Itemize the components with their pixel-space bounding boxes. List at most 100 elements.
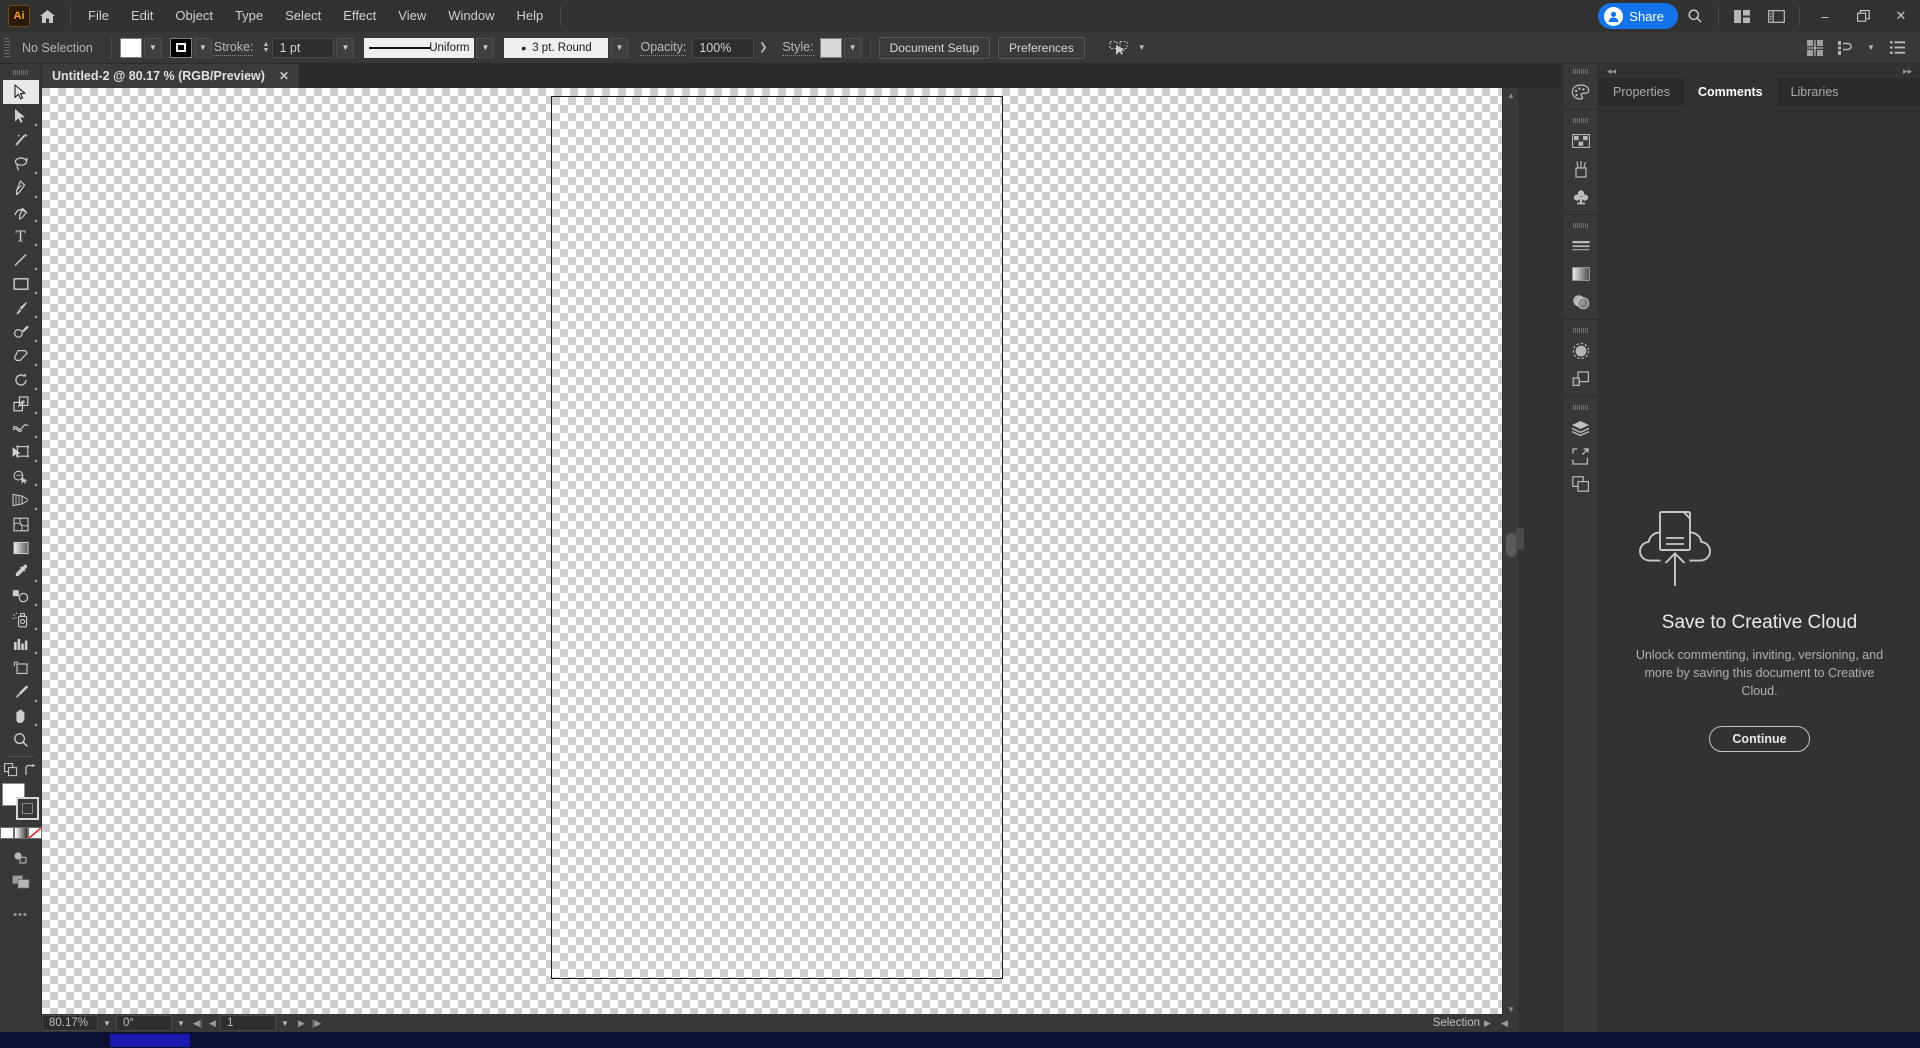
arrange-chevron-down-icon[interactable]: ▼ xyxy=(1862,40,1880,56)
stroke-weight-chevron-down-icon[interactable]: ▼ xyxy=(336,37,355,58)
menu-item-object[interactable]: Object xyxy=(164,0,224,32)
control-bar-menu-icon[interactable] xyxy=(1884,36,1910,60)
fill-color-swatch[interactable] xyxy=(119,37,142,58)
shape-builder-tool[interactable] xyxy=(3,464,39,488)
minimize-button[interactable]: – xyxy=(1806,0,1844,32)
status-collapse-icon[interactable]: ◀ xyxy=(1497,1015,1512,1031)
zoom-level-input[interactable]: 80.17% xyxy=(42,1015,98,1031)
graphic-style-swatch[interactable] xyxy=(819,37,842,58)
home-icon[interactable] xyxy=(30,0,64,32)
fill-chevron-down-icon[interactable]: ▼ xyxy=(143,37,162,58)
tab-properties[interactable]: Properties xyxy=(1599,78,1684,106)
brush-definition-chevron-down-icon[interactable]: ▼ xyxy=(610,37,629,58)
column-graph-tool[interactable] xyxy=(3,632,39,656)
layers-panel-icon[interactable] xyxy=(1566,414,1596,442)
gradient-mode-icon[interactable] xyxy=(13,827,28,839)
stroke-swatch[interactable] xyxy=(15,797,39,820)
artboard-number-input[interactable]: 1 xyxy=(220,1015,276,1031)
document-canvas[interactable] xyxy=(42,88,1502,1016)
menu-item-view[interactable]: View xyxy=(387,0,437,32)
stroke-weight-input[interactable]: 1 pt xyxy=(272,37,335,58)
default-fill-stroke-icon[interactable] xyxy=(4,763,18,777)
expand-panel-icon[interactable]: ▸▸ xyxy=(1903,66,1912,77)
width-tool[interactable] xyxy=(3,416,39,440)
stroke-weight-stepper[interactable]: ▲ ▼ xyxy=(259,38,272,58)
stroke-panel-icon[interactable] xyxy=(1566,232,1596,260)
gradient-panel-icon[interactable] xyxy=(1566,260,1596,288)
slice-tool[interactable] xyxy=(3,680,39,704)
stroke-color-swatch[interactable] xyxy=(169,37,192,58)
arrange-objects-icon[interactable] xyxy=(1832,36,1858,60)
magic-wand-tool[interactable] xyxy=(3,128,39,152)
close-icon[interactable]: ✕ xyxy=(279,69,289,83)
swap-fill-stroke-icon[interactable] xyxy=(24,763,37,777)
graphic-styles-panel-icon[interactable] xyxy=(1566,365,1596,393)
collapse-panel-icon[interactable]: ◂◂ xyxy=(1607,66,1616,77)
rotate-tool[interactable] xyxy=(3,368,39,392)
panel-reveal-handle[interactable] xyxy=(1516,528,1524,550)
asset-export-panel-icon[interactable] xyxy=(1566,470,1596,498)
control-bar-grip[interactable] xyxy=(4,37,12,59)
tab-libraries[interactable]: Libraries xyxy=(1777,78,1853,106)
transparency-panel-icon[interactable] xyxy=(1566,288,1596,316)
menu-item-file[interactable]: File xyxy=(77,0,120,32)
select-similar-chevron-down-icon[interactable]: ▼ xyxy=(1133,40,1151,56)
stroke-profile-select[interactable]: Uniform xyxy=(364,37,475,58)
dock-rail-grip[interactable] xyxy=(1563,64,1599,78)
pen-tool[interactable] xyxy=(3,176,39,200)
opacity-input[interactable]: 100% xyxy=(692,37,755,58)
dock-group-grip[interactable] xyxy=(1563,218,1599,232)
preferences-button[interactable]: Preferences xyxy=(998,36,1085,59)
selection-tool[interactable] xyxy=(2,80,39,104)
hand-tool[interactable] xyxy=(3,704,39,728)
brush-definition-select[interactable]: • 3 pt. Round xyxy=(504,37,609,58)
none-mode-icon[interactable] xyxy=(27,827,42,839)
select-similar-objects-icon[interactable] xyxy=(1105,36,1133,60)
symbols-panel-icon[interactable] xyxy=(1566,183,1596,211)
curvature-tool[interactable] xyxy=(3,200,39,224)
align-objects-icon[interactable] xyxy=(1802,36,1828,60)
screen-mode-icon[interactable] xyxy=(3,869,39,895)
paintbrush-tool[interactable] xyxy=(3,296,39,320)
drawing-mode-icon[interactable] xyxy=(3,845,39,869)
more-tools-icon[interactable]: ••• xyxy=(3,903,39,927)
workspace-switcher-icon[interactable] xyxy=(1725,0,1759,32)
menu-item-select[interactable]: Select xyxy=(274,0,332,32)
symbol-sprayer-tool[interactable] xyxy=(3,608,39,632)
shaper-tool[interactable] xyxy=(3,320,39,344)
color-panel-icon[interactable] xyxy=(1566,78,1596,106)
artboard-chevron-down-icon[interactable]: ▼ xyxy=(276,1015,294,1031)
last-artboard-icon[interactable]: |▶ xyxy=(309,1015,324,1031)
free-transform-tool[interactable] xyxy=(3,440,39,464)
lasso-tool[interactable] xyxy=(3,152,39,176)
document-setup-button[interactable]: Document Setup xyxy=(878,36,990,59)
document-tab[interactable]: Untitled-2 @ 80.17 % (RGB/Preview) ✕ xyxy=(42,64,300,88)
artboard-tool[interactable] xyxy=(3,656,39,680)
tools-panel-grip[interactable] xyxy=(0,64,42,80)
next-artboard-icon[interactable]: ▶ xyxy=(294,1015,309,1031)
maximize-button[interactable] xyxy=(1844,0,1882,32)
scale-tool[interactable] xyxy=(3,392,39,416)
opacity-expand-icon[interactable]: ❯ xyxy=(754,40,772,56)
swatches-panel-icon[interactable] xyxy=(1566,127,1596,155)
menu-item-help[interactable]: Help xyxy=(505,0,554,32)
menu-item-edit[interactable]: Edit xyxy=(120,0,164,32)
continue-button[interactable]: Continue xyxy=(1709,726,1810,753)
mesh-tool[interactable] xyxy=(3,512,39,536)
rotation-input[interactable]: 0° xyxy=(116,1015,172,1031)
color-mode-icon[interactable] xyxy=(0,827,14,839)
appearance-panel-icon[interactable] xyxy=(1566,337,1596,365)
eraser-tool[interactable] xyxy=(3,344,39,368)
scroll-up-icon[interactable]: ▲ xyxy=(1503,88,1519,102)
stroke-chevron-down-icon[interactable]: ▼ xyxy=(193,37,212,58)
tab-comments[interactable]: Comments xyxy=(1683,78,1777,106)
canvas-vertical-scrollbar[interactable]: ▲ ▼ xyxy=(1502,88,1518,1016)
direct-selection-tool[interactable] xyxy=(3,104,39,128)
line-segment-tool[interactable] xyxy=(3,248,39,272)
blend-tool[interactable] xyxy=(3,584,39,608)
search-icon[interactable] xyxy=(1678,0,1712,32)
zoom-chevron-down-icon[interactable]: ▼ xyxy=(98,1015,116,1031)
dock-group-grip[interactable] xyxy=(1563,113,1599,127)
dock-group-grip[interactable] xyxy=(1563,400,1599,414)
close-button[interactable]: ✕ xyxy=(1882,0,1920,32)
